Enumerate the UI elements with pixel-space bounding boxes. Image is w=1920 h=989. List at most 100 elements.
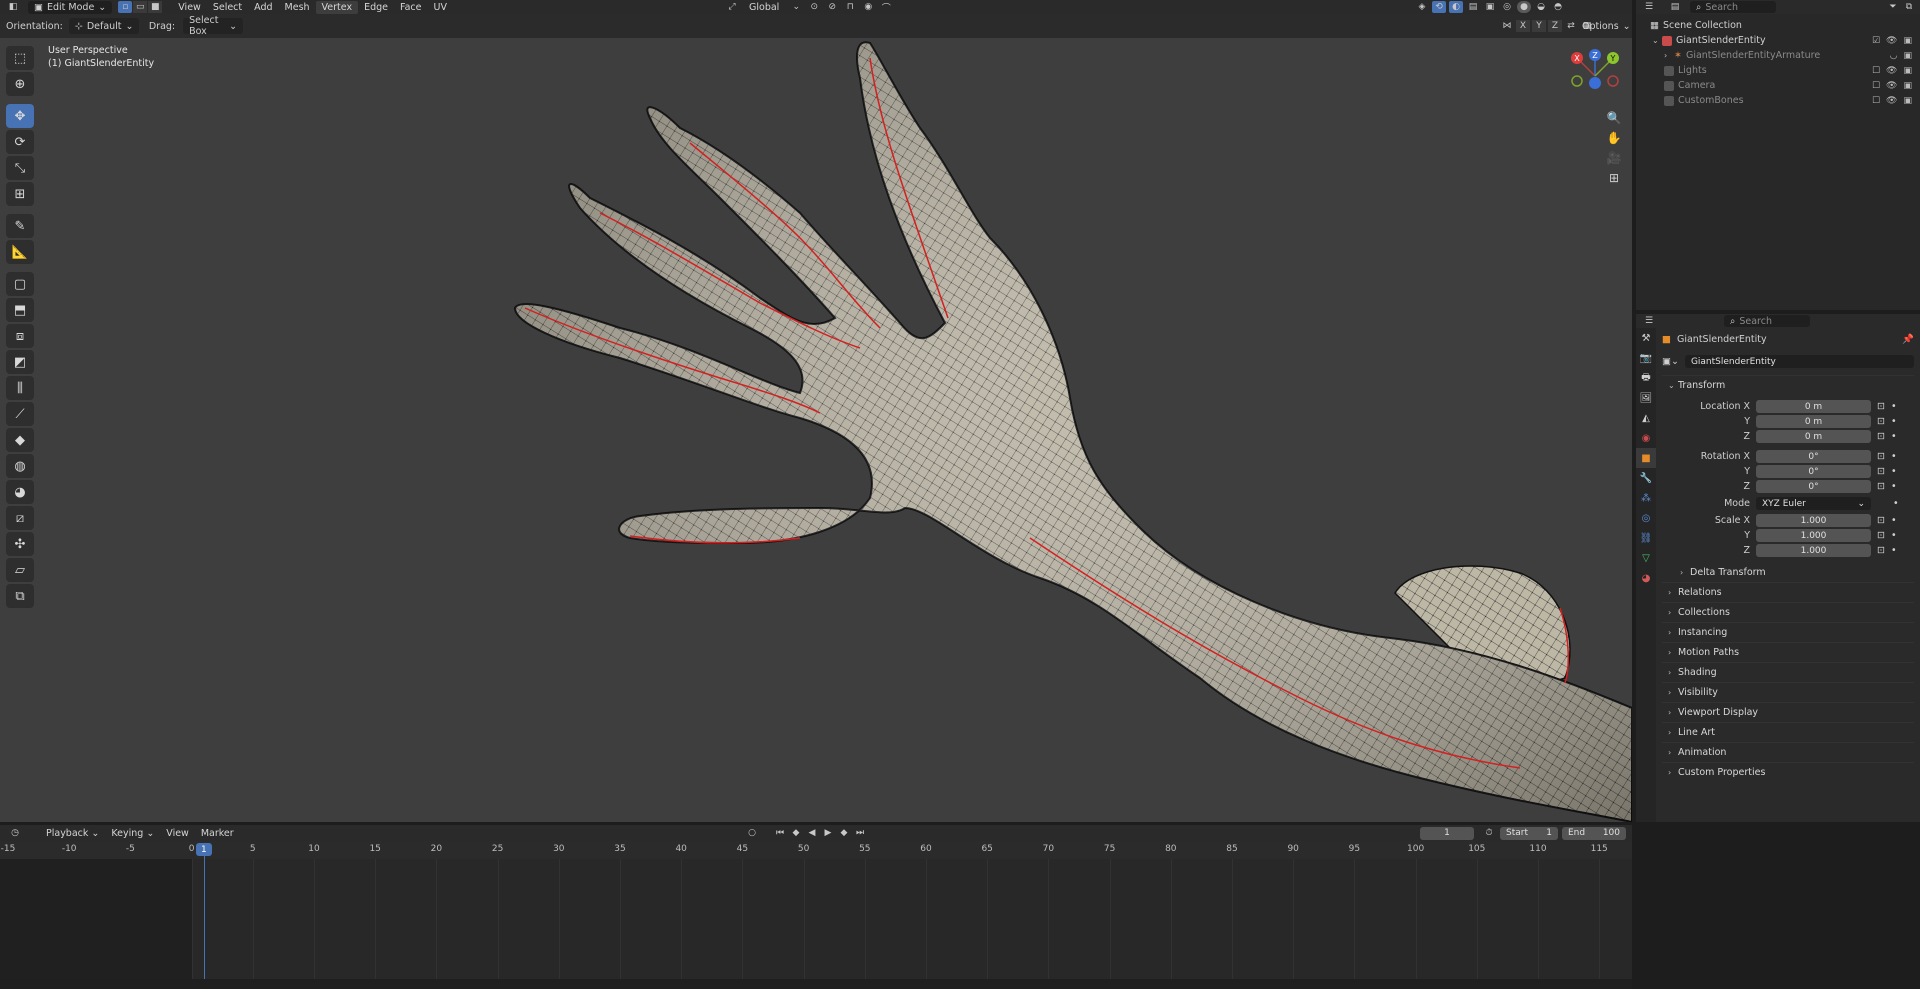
proportional-edit-icon[interactable]: ◉ — [861, 1, 875, 13]
collections-panel[interactable]: › Collections — [1662, 602, 1914, 622]
world-tab-icon[interactable]: ◉ — [1636, 428, 1656, 448]
lock-icon[interactable]: ⊡ — [1877, 530, 1885, 541]
gizmo-x-label[interactable]: X — [1574, 54, 1580, 63]
extrude-tool-icon[interactable]: ⬒ — [6, 298, 34, 322]
properties-search[interactable]: ⌕ Search — [1724, 315, 1810, 327]
orientation-dropdown[interactable]: ⊹ Default ⌄ — [68, 18, 139, 34]
mesh-edit-overlay-icon[interactable]: ▤ — [1466, 1, 1480, 13]
relations-panel[interactable]: › Relations — [1662, 582, 1914, 602]
spin-tool-icon[interactable]: ◍ — [6, 454, 34, 478]
rotate-tool-icon[interactable]: ⟳ — [6, 130, 34, 154]
mirror-y-button[interactable]: Y — [1532, 20, 1546, 32]
falloff-icon[interactable]: ⌒ — [879, 1, 893, 14]
custom-properties-panel[interactable]: › Custom Properties — [1662, 762, 1914, 782]
location-y-field[interactable]: 0 m — [1756, 415, 1871, 428]
playback-menu[interactable]: Playback ⌄ — [40, 827, 105, 840]
navigation-gizmo[interactable]: X Z Y — [1565, 46, 1625, 106]
shading-rendered-icon[interactable]: ◓ — [1551, 1, 1565, 13]
transform-orientation-dropdown[interactable]: Global — [743, 1, 785, 14]
keyframe-dot-icon[interactable]: • — [1893, 498, 1899, 509]
zoom-icon[interactable]: 🔍 — [1603, 108, 1625, 128]
camera-icon[interactable]: ▣ — [1903, 36, 1912, 46]
display-mode-icon[interactable]: ▤ — [1668, 1, 1682, 13]
chevron-down-icon[interactable]: ⌄ — [1652, 36, 1662, 45]
shading-wire-icon[interactable]: ◎ — [1500, 1, 1514, 13]
menu-vertex[interactable]: Vertex — [315, 0, 359, 14]
transform-tool-icon[interactable]: ⊞ — [6, 182, 34, 206]
particles-tab-icon[interactable]: ⁂ — [1636, 488, 1656, 508]
rotation-mode-dropdown[interactable]: XYZ Euler ⌄ — [1756, 497, 1871, 510]
measure-tool-icon[interactable]: 📐 — [6, 240, 34, 264]
view-menu[interactable]: View — [160, 827, 195, 840]
shading-solid-icon[interactable]: ● — [1517, 1, 1531, 13]
keying-menu[interactable]: Keying ⌄ — [105, 827, 160, 840]
menu-view[interactable]: View — [172, 1, 207, 14]
lock-icon[interactable]: ⊡ — [1877, 416, 1885, 427]
keyframe-dot-icon[interactable]: • — [1891, 401, 1897, 412]
pivot-icon[interactable]: ⊙ — [807, 1, 821, 13]
eye-closed-icon[interactable]: ◡ — [1890, 51, 1898, 61]
instancing-panel[interactable]: › Instancing — [1662, 622, 1914, 642]
stopwatch-icon[interactable]: ⏱ — [1482, 827, 1496, 839]
outliner-item-armature[interactable]: › ✶ GiantSlenderEntityArmature ◡ ▣ — [1636, 48, 1920, 63]
menu-select[interactable]: Select — [207, 1, 248, 14]
start-frame-field[interactable]: Start 1 — [1500, 826, 1558, 840]
outliner-item-custombones[interactable]: CustomBones ☐ 👁 ▣ — [1636, 93, 1920, 108]
editor-type-icon[interactable]: ◷ — [8, 827, 22, 839]
3d-viewport[interactable]: ⬚ ⊕ ✥ ⟳ ⤡ ⊞ ✎ 📐 ▢ ⬒ ⧈ ◩ ⫼ ⟋ ◆ ◍ ◕ ⧄ ✣ ▱ … — [0, 38, 1632, 822]
object-datablock-icon[interactable]: ▣⌄ — [1662, 356, 1679, 367]
lock-icon[interactable]: ⊡ — [1877, 545, 1885, 556]
checkbox-icon[interactable]: ☐ — [1872, 96, 1880, 106]
knife-tool-icon[interactable]: ⟋ — [6, 402, 34, 426]
play-reverse-icon[interactable]: ◀ — [805, 827, 819, 839]
xray-icon[interactable]: ▣ — [1483, 1, 1497, 13]
select-box-tool-icon[interactable]: ⬚ — [6, 46, 34, 70]
overlays-icon[interactable]: ◐ — [1449, 1, 1463, 13]
playhead-frame-indicator[interactable]: 1 — [195, 843, 212, 856]
gizmo-y-label[interactable]: Y — [1610, 54, 1616, 63]
scene-tab-icon[interactable]: ◭ — [1636, 408, 1656, 428]
mode-dropdown[interactable]: ▣ Edit Mode ⌄ — [28, 0, 113, 14]
drag-dropdown[interactable]: Select Box ⌄ — [183, 15, 244, 37]
camera-icon[interactable]: ▣ — [1903, 66, 1912, 76]
playhead-line[interactable] — [203, 856, 205, 979]
object-tab-icon[interactable]: ■ — [1636, 448, 1656, 468]
lock-icon[interactable]: ⊡ — [1877, 481, 1885, 492]
keyframe-dot-icon[interactable]: • — [1891, 431, 1897, 442]
edge-select-icon[interactable]: ▭ — [133, 1, 148, 13]
annotate-tool-icon[interactable]: ✎ — [6, 214, 34, 238]
add-cube-tool-icon[interactable]: ▢ — [6, 272, 34, 296]
rotation-y-field[interactable]: 0° — [1756, 465, 1871, 478]
visibility-panel[interactable]: › Visibility — [1662, 682, 1914, 702]
shading-panel[interactable]: › Shading — [1662, 662, 1914, 682]
editor-type-icon[interactable]: ☰ — [1642, 1, 1656, 13]
smooth-tool-icon[interactable]: ◕ — [6, 480, 34, 504]
checkbox-icon[interactable]: ☐ — [1872, 81, 1880, 91]
current-frame-field[interactable]: 1 — [1420, 826, 1474, 840]
lock-icon[interactable]: ⊡ — [1877, 466, 1885, 477]
timeline-ruler[interactable]: -15 -10 -5 0 5 10 15 20 25 30 35 40 45 50 55 60 65 70 75 80… — [0, 841, 1632, 859]
gizmo-z-label[interactable]: Z — [1592, 51, 1598, 60]
camera-icon[interactable]: ▣ — [1903, 81, 1912, 91]
camera-icon[interactable]: ▣ — [1903, 51, 1912, 61]
scale-tool-icon[interactable]: ⤡ — [6, 156, 34, 180]
scale-x-field[interactable]: 1.000 — [1756, 514, 1871, 527]
checkbox-icon[interactable]: ☐ — [1872, 66, 1880, 76]
vertex-select-icon[interactable]: ▫ — [118, 1, 133, 13]
shading-material-icon[interactable]: ◒ — [1534, 1, 1548, 13]
animation-panel[interactable]: › Animation — [1662, 742, 1914, 762]
keyframe-dot-icon[interactable]: • — [1891, 515, 1897, 526]
keyframe-dot-icon[interactable]: • — [1891, 451, 1897, 462]
rotation-z-field[interactable]: 0° — [1756, 480, 1871, 493]
timeline-area[interactable] — [0, 859, 1632, 979]
physics-tab-icon[interactable]: ◎ — [1636, 508, 1656, 528]
keyframe-dot-icon[interactable]: • — [1891, 530, 1897, 541]
perspective-grid-icon[interactable]: ⊞ — [1603, 168, 1625, 188]
camera-view-icon[interactable]: 🎥 — [1603, 148, 1625, 168]
material-tab-icon[interactable]: ◕ — [1636, 568, 1656, 588]
pin-icon[interactable]: 📌 — [1902, 334, 1914, 345]
keyframe-dot-icon[interactable]: • — [1891, 545, 1897, 556]
bevel-tool-icon[interactable]: ◩ — [6, 350, 34, 374]
rotation-x-field[interactable]: 0° — [1756, 450, 1871, 463]
object-name-field[interactable]: GiantSlenderEntity — [1684, 355, 1914, 368]
